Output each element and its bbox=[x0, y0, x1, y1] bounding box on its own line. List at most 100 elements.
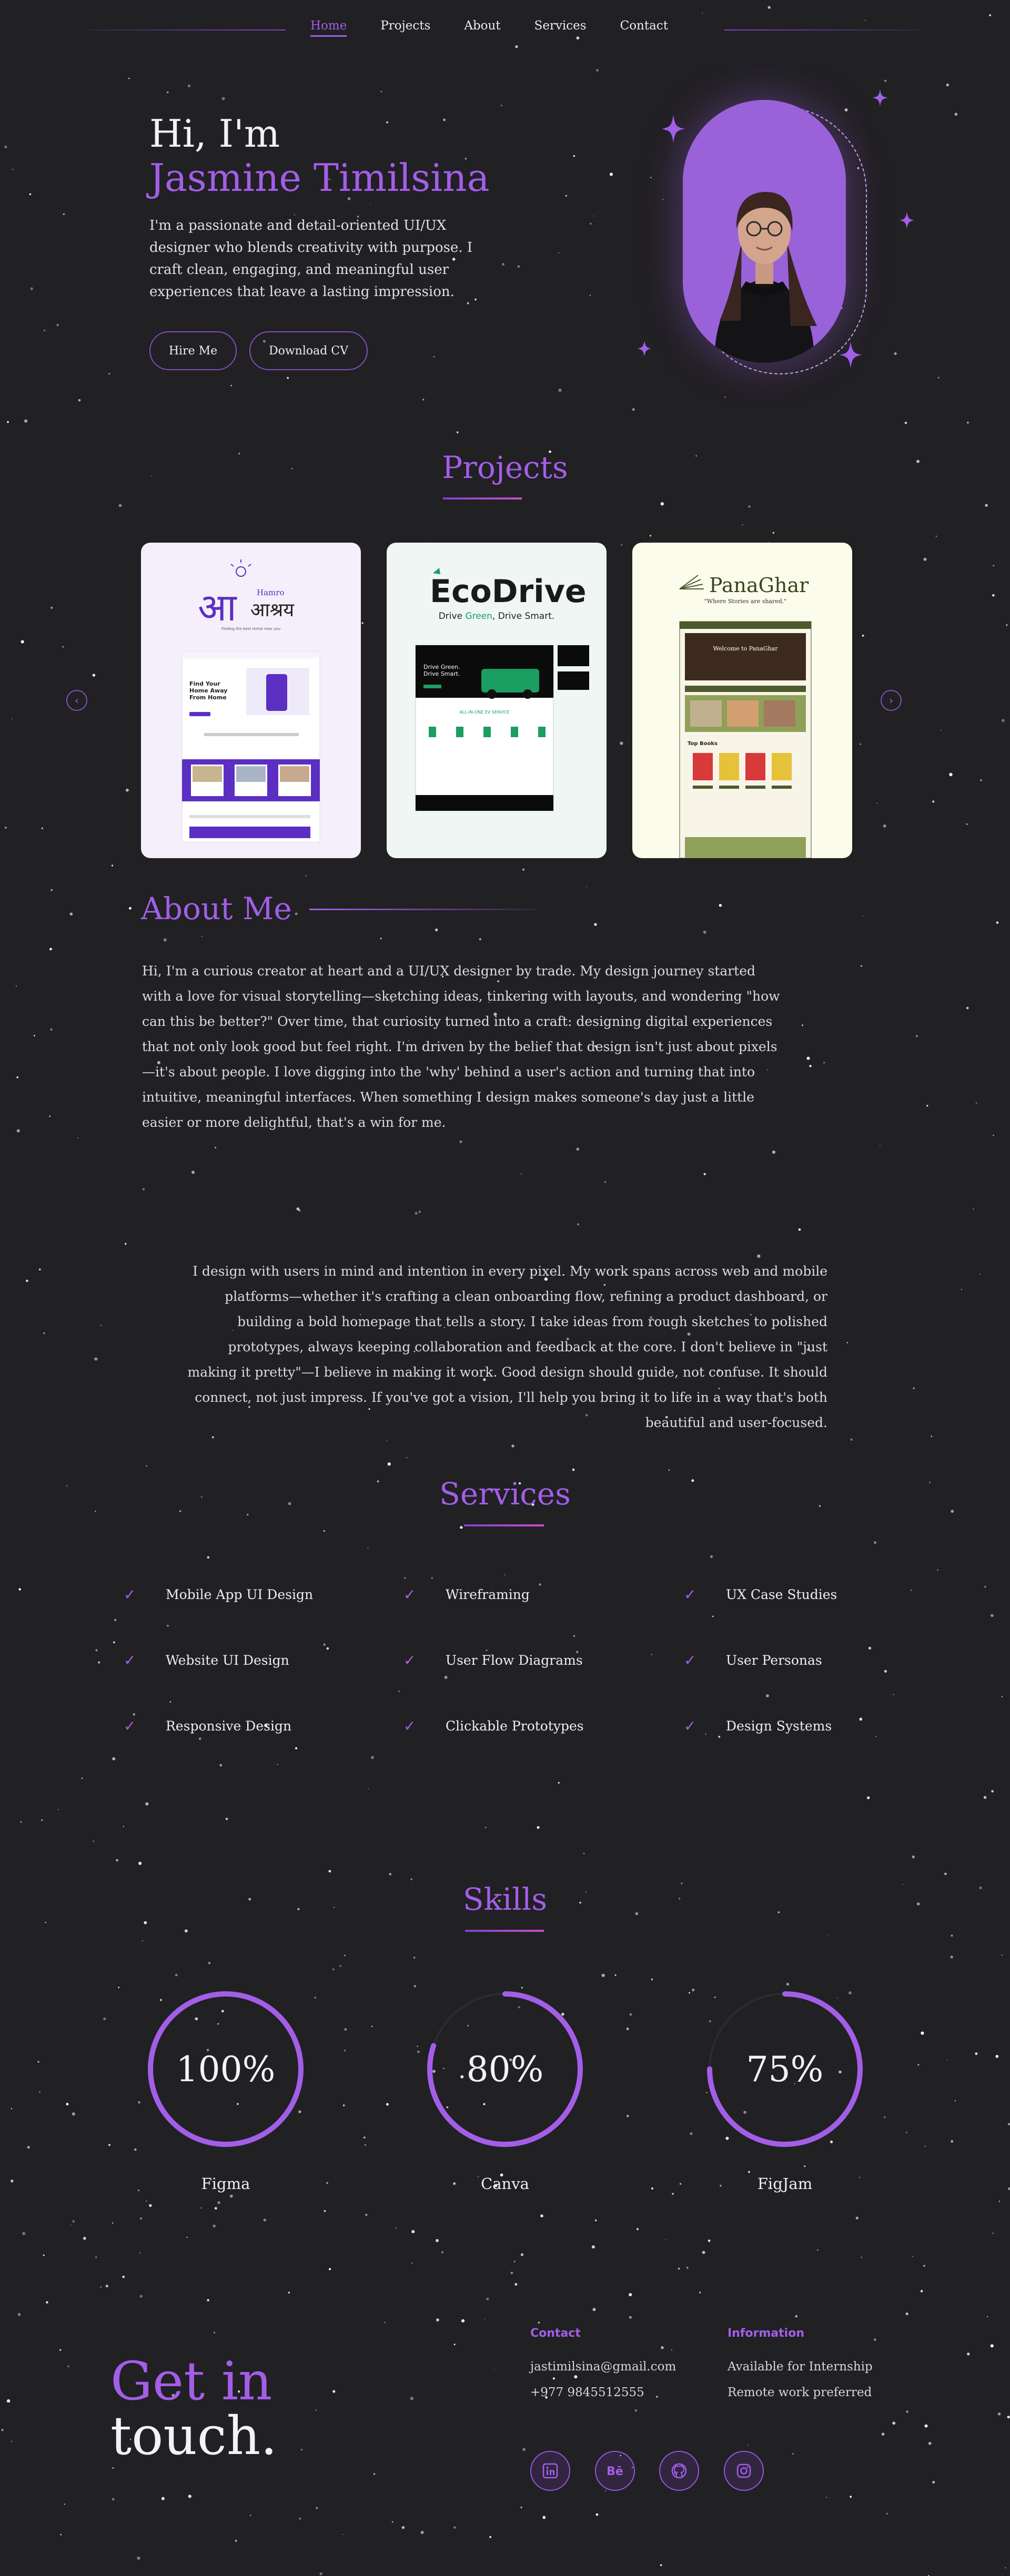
star-dot bbox=[949, 772, 953, 777]
star-dot bbox=[128, 77, 130, 79]
services-underline bbox=[464, 1524, 544, 1526]
star-dot bbox=[502, 263, 504, 266]
star-dot bbox=[420, 2531, 424, 2534]
check-icon: ✓ bbox=[684, 1652, 696, 1669]
star-dot bbox=[56, 323, 59, 327]
star-dot bbox=[876, 802, 878, 804]
star-dot bbox=[401, 2526, 405, 2529]
star-dot bbox=[443, 118, 446, 121]
star-dot bbox=[225, 1817, 228, 1820]
star-dot bbox=[823, 1062, 825, 1064]
star-dot bbox=[923, 2265, 925, 2267]
github-button[interactable] bbox=[659, 2451, 699, 2491]
card3-brand: PanaGhar bbox=[709, 574, 809, 597]
contact-email-link[interactable]: jastimilsina@gmail.com bbox=[530, 2360, 676, 2374]
check-icon: ✓ bbox=[684, 1717, 696, 1735]
star-dot bbox=[650, 177, 652, 178]
sparkle-icon bbox=[900, 212, 914, 229]
star-dot bbox=[15, 985, 17, 987]
star-dot bbox=[221, 97, 225, 100]
carousel-next-button[interactable]: › bbox=[881, 690, 902, 711]
star-dot bbox=[77, 1137, 79, 1138]
star-dot bbox=[804, 2165, 806, 2167]
chevron-right-icon: › bbox=[889, 694, 893, 707]
star-dot bbox=[660, 2564, 662, 2567]
card1-brand-main: आश्रय bbox=[250, 599, 295, 621]
star-dot bbox=[990, 2344, 994, 2348]
star-dot bbox=[892, 2421, 896, 2425]
star-dot bbox=[41, 827, 44, 829]
star-dot bbox=[511, 1444, 514, 1448]
star-dot bbox=[620, 741, 623, 745]
star-dot bbox=[951, 2140, 954, 2143]
skill-label: Canva bbox=[481, 2175, 529, 2193]
star-dot bbox=[363, 2136, 366, 2139]
star-dot bbox=[250, 2514, 251, 2517]
star-dot bbox=[214, 2207, 217, 2210]
star-dot bbox=[62, 646, 64, 648]
star-dot bbox=[883, 824, 886, 828]
star-dot bbox=[406, 1457, 408, 1459]
star-dot bbox=[43, 1332, 45, 1335]
star-dot bbox=[937, 1569, 938, 1571]
star-dot bbox=[917, 2064, 920, 2066]
nav-link-home[interactable]: Home bbox=[310, 19, 347, 37]
star-dot bbox=[718, 1736, 721, 1738]
star-dot bbox=[629, 2316, 632, 2319]
star-dot bbox=[661, 2346, 664, 2349]
project-card-panaghar[interactable]: PanaGhar "Where Stories are shared." Wel… bbox=[632, 543, 852, 858]
star-dot bbox=[651, 2187, 653, 2190]
star-dot bbox=[134, 2148, 137, 2151]
instagram-button[interactable] bbox=[724, 2451, 764, 2491]
linkedin-button[interactable] bbox=[530, 2451, 570, 2491]
star-dot bbox=[365, 2214, 368, 2216]
star-dot bbox=[295, 1747, 298, 1749]
contact-phone-link[interactable]: +977 9845512555 bbox=[530, 2386, 644, 2399]
star-dot bbox=[589, 222, 592, 225]
star-dot bbox=[417, 2045, 418, 2047]
skill-label: FigJam bbox=[757, 2175, 813, 2193]
star-dot bbox=[105, 2285, 108, 2288]
star-dot bbox=[108, 2144, 111, 2146]
nav-link-projects[interactable]: Projects bbox=[380, 19, 430, 37]
nav-link-about[interactable]: About bbox=[464, 19, 500, 37]
hire-me-button[interactable]: Hire Me bbox=[149, 331, 237, 370]
star-dot bbox=[979, 1273, 981, 1275]
star-dot bbox=[300, 2448, 303, 2451]
star-dot bbox=[863, 915, 864, 917]
star-dot bbox=[712, 1615, 714, 1617]
star-dot bbox=[367, 1547, 369, 1549]
card1-brand-script: आ bbox=[198, 585, 237, 629]
behance-button[interactable]: Bē bbox=[595, 2451, 635, 2491]
download-cv-button[interactable]: Download CV bbox=[249, 331, 368, 370]
star-dot bbox=[915, 1035, 918, 1037]
nav-divider-right bbox=[724, 29, 922, 30]
instagram-icon bbox=[736, 2463, 751, 2478]
star-dot bbox=[114, 1618, 117, 1621]
star-dot bbox=[923, 557, 927, 561]
star-dot bbox=[339, 1964, 342, 1967]
star-dot bbox=[118, 504, 122, 507]
star-dot bbox=[997, 2412, 1001, 2416]
star-dot bbox=[634, 2409, 637, 2412]
check-icon: ✓ bbox=[124, 1717, 136, 1735]
star-dot bbox=[323, 1643, 326, 1646]
nav-link-services[interactable]: Services bbox=[534, 19, 587, 37]
star-dot bbox=[4, 826, 7, 829]
skill-ring-figjam: 75% bbox=[703, 1988, 866, 2151]
star-dot bbox=[826, 2497, 827, 2498]
project-card-ecodrive[interactable]: EcoDrive Drive Green, Drive Smart. Drive… bbox=[387, 543, 607, 858]
project-card-hamro-ashraya[interactable]: आ Hamro आश्रय Finding the best rental ne… bbox=[141, 543, 361, 858]
star-dot bbox=[926, 1105, 928, 1107]
star-dot bbox=[592, 2308, 596, 2312]
star-dot bbox=[859, 743, 862, 745]
card2-brand: EcoDrive bbox=[430, 573, 587, 610]
nav-link-contact[interactable]: Contact bbox=[620, 19, 668, 37]
star-dot bbox=[987, 2316, 988, 2317]
star-dot bbox=[708, 2239, 711, 2242]
star-dot bbox=[886, 2512, 888, 2515]
star-dot bbox=[415, 1211, 418, 1215]
star-dot bbox=[993, 1134, 994, 1136]
skill-ring-figma: 100% bbox=[144, 1988, 307, 2151]
carousel-prev-button[interactable]: ‹ bbox=[66, 690, 87, 711]
